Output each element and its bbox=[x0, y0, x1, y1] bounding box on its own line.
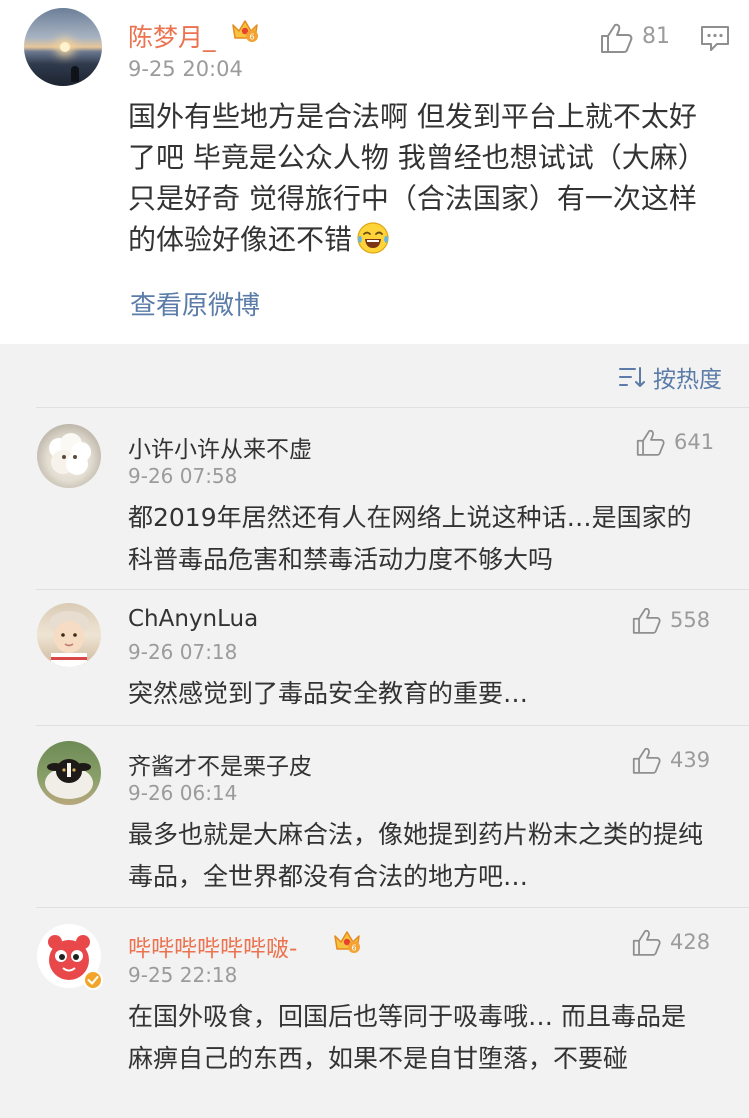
thumbs-up-icon[interactable] bbox=[632, 928, 662, 957]
svg-text:6: 6 bbox=[249, 33, 254, 42]
user-name[interactable]: 哔哔哔哔哔哔啵- bbox=[128, 929, 297, 963]
user-name[interactable]: 小许小许从来不虚 bbox=[128, 430, 312, 464]
avatar-image bbox=[45, 759, 93, 799]
sort-label: 按热度 bbox=[653, 367, 722, 393]
reply-time: 9-26 07:18 bbox=[128, 640, 238, 664]
thumbs-up-icon[interactable] bbox=[636, 428, 666, 457]
sort-by-heat-button[interactable]: 按热度 bbox=[619, 361, 722, 393]
avatar-image bbox=[49, 611, 89, 667]
avatar[interactable] bbox=[24, 8, 102, 86]
like-count: 558 bbox=[670, 608, 711, 632]
avatar[interactable] bbox=[37, 424, 101, 488]
avatar-person bbox=[71, 66, 79, 82]
reply-text: 最多也就是大麻合法，像她提到药片粉末之类的提纯毒品，全世界都没有合法的地方吧… bbox=[128, 820, 704, 891]
reply-time: 9-25 22:18 bbox=[128, 963, 238, 987]
user-name[interactable]: 齐酱才不是栗子皮 bbox=[128, 747, 312, 781]
thumbs-up-icon[interactable] bbox=[632, 746, 662, 775]
avatar-image bbox=[49, 433, 91, 475]
user-name[interactable]: 陈梦月_ bbox=[128, 18, 216, 54]
avatar[interactable] bbox=[37, 741, 101, 805]
like-count: 428 bbox=[670, 930, 711, 954]
reply-text: 都2019年居然还有人在网络上说这种话…是国家的科普毒品危害和禁毒活动力度不够大… bbox=[128, 503, 692, 574]
reply-time: 9-26 06:14 bbox=[128, 781, 238, 805]
comment-time: 9-25 20:04 bbox=[128, 57, 243, 81]
like-count: 641 bbox=[674, 430, 715, 454]
thumbs-up-icon[interactable] bbox=[600, 22, 634, 54]
reply-comment-icon[interactable] bbox=[700, 24, 730, 52]
like-count: 439 bbox=[670, 748, 711, 772]
view-original-weibo-link[interactable]: 查看原微博 bbox=[130, 285, 260, 322]
laugh-tears-emoji-icon bbox=[357, 222, 389, 254]
user-name[interactable]: ChAnynLua bbox=[128, 606, 258, 632]
verified-badge-icon bbox=[83, 970, 103, 990]
reply-text: 突然感觉到了毒品安全教育的重要… bbox=[128, 679, 529, 708]
svg-text:6: 6 bbox=[351, 944, 356, 953]
reply-item: 小许小许从来不虚 9-26 07:58 641 都2019年居然还有人在网络上说… bbox=[0, 407, 749, 589]
thumbs-up-icon[interactable] bbox=[632, 606, 662, 635]
replies-panel: 按热度 小许小许从来不虚 9-26 07:58 641 都2019年居然还有人在… bbox=[0, 344, 749, 1118]
avatar[interactable] bbox=[37, 603, 101, 667]
vip-crown-badge-icon: 6 bbox=[334, 931, 360, 953]
weibo-comment-page: 陈梦月_ 6 9-25 20:04 81 国外有些地方是合法啊 但发到平台上就不… bbox=[0, 0, 749, 1118]
reply-time: 9-26 07:58 bbox=[128, 464, 238, 488]
reply-item: 齐酱才不是栗子皮 9-26 06:14 439 最多也就是大麻合法，像她提到药片… bbox=[0, 725, 749, 907]
comment-text: 国外有些地方是合法啊 但发到平台上就不太好了吧 毕竟是公众人物 我曾经也想试试（… bbox=[128, 96, 720, 260]
reply-item: ChAnynLua 9-26 07:18 558 突然感觉到了毒品安全教育的重要… bbox=[0, 589, 749, 725]
avatar[interactable] bbox=[37, 924, 103, 990]
avatar-image bbox=[37, 924, 103, 990]
comment-text-body: 国外有些地方是合法啊 但发到平台上就不太好了吧 毕竟是公众人物 我曾经也想试试（… bbox=[128, 100, 706, 256]
vip-crown-badge-icon: 6 bbox=[232, 20, 258, 42]
reply-item: 哔哔哔哔哔哔啵- 6 9-25 22:18 428 在国外吸食，回国后也等同于吸… bbox=[0, 907, 749, 1118]
sort-icon bbox=[619, 367, 645, 387]
avatar-sun bbox=[60, 42, 70, 52]
reply-text: 在国外吸食，回国后也等同于吸毒哦… 而且毒品是麻痹自己的东西，如果不是自甘堕落，… bbox=[128, 1002, 686, 1073]
main-comment: 陈梦月_ 6 9-25 20:04 81 国外有些地方是合法啊 但发到平台上就不… bbox=[0, 0, 749, 344]
like-count: 81 bbox=[642, 24, 670, 49]
